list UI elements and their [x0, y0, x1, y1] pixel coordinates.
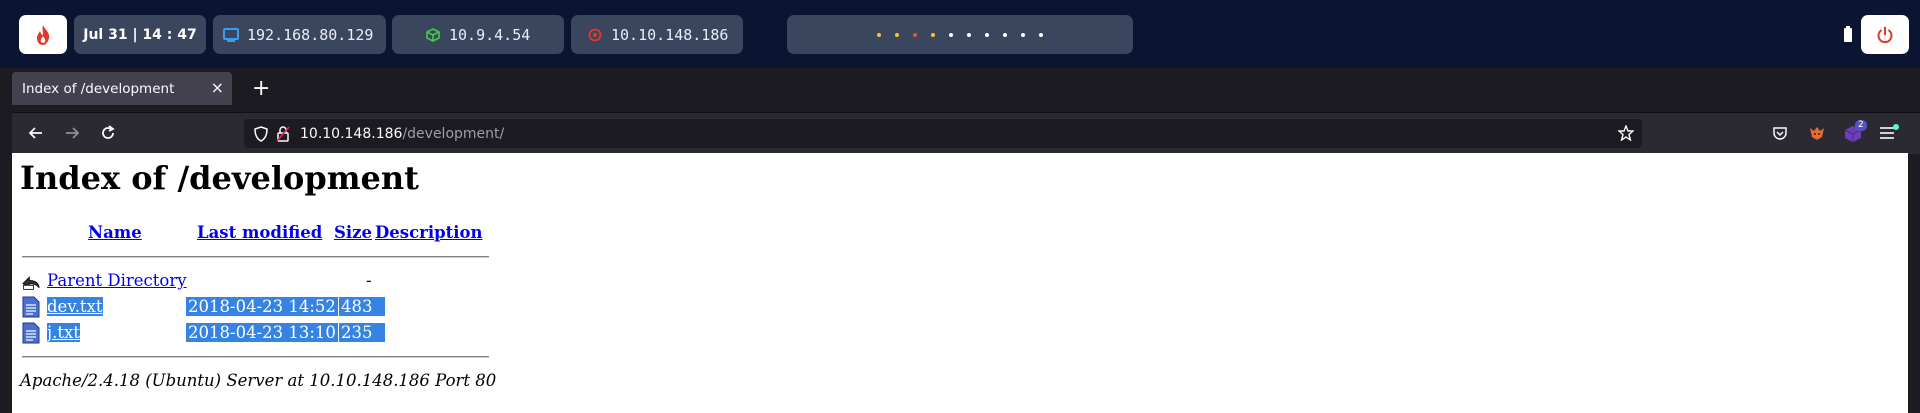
back-arrow-icon[interactable]: [28, 125, 44, 141]
workspace-dot-5[interactable]: [949, 32, 953, 37]
url-host: 10.10.148.186: [300, 125, 403, 142]
close-tab-icon[interactable]: ×: [211, 78, 224, 97]
tab-index-development[interactable]: Index of /development ×: [12, 72, 232, 105]
workspace-dot-1[interactable]: [877, 32, 881, 37]
workspace-dot-6[interactable]: [967, 32, 971, 37]
insecure-lock-icon[interactable]: [276, 125, 290, 142]
navigation-toolbar: 10.10.148.186/development/ 2: [12, 112, 1920, 154]
workspace-dot-8[interactable]: [1003, 32, 1007, 37]
desktop-top-bar: Jul 31 | 14 : 47 192.168.80.129 10.9.4.5…: [0, 0, 1920, 68]
target-ip-text: 10.10.148.186: [611, 25, 729, 44]
workspace-dot-4[interactable]: [931, 32, 935, 37]
power-button[interactable]: [1861, 15, 1909, 54]
workspace-dot-10[interactable]: [1039, 32, 1043, 37]
extension-badge-count: 2: [1855, 120, 1867, 131]
list-item-size: -: [366, 271, 372, 290]
file-link-dev-txt[interactable]: dev.txt: [47, 297, 103, 316]
datetime-widget[interactable]: Jul 31 | 14 : 47: [74, 15, 206, 54]
pocket-icon[interactable]: [1772, 125, 1788, 141]
text-file-icon: [22, 296, 40, 318]
workspace-dot-7[interactable]: [985, 32, 989, 37]
target-ip-widget[interactable]: 10.10.148.186: [571, 15, 743, 54]
cube-icon: [426, 27, 440, 42]
monitor-icon: [223, 27, 239, 42]
url-path: /development/: [402, 125, 505, 142]
bookmark-star-icon[interactable]: [1618, 125, 1634, 141]
vpn-ip-widget[interactable]: 10.9.4.54: [392, 15, 564, 54]
footer-divider: [22, 356, 489, 358]
column-header-name[interactable]: Name: [88, 223, 142, 242]
column-header-size[interactable]: Size: [334, 223, 372, 242]
flame-icon: [37, 24, 50, 45]
address-bar[interactable]: 10.10.148.186/development/: [244, 119, 1642, 148]
column-header-last-modified[interactable]: Last modified: [197, 223, 322, 242]
target-icon: [588, 28, 602, 41]
power-icon: [1877, 26, 1893, 43]
battery-icon: [1844, 26, 1852, 42]
text-file-icon: [22, 322, 40, 344]
local-ip-widget[interactable]: 192.168.80.129: [213, 15, 386, 54]
app-menu-button[interactable]: [19, 15, 67, 54]
parent-directory-link[interactable]: Parent Directory: [47, 271, 187, 290]
hamburger-menu-icon: [1880, 127, 1894, 139]
page-content: Index of /development Name Last modified…: [12, 153, 1908, 413]
update-dot-icon: [1893, 124, 1899, 130]
workspace-switcher[interactable]: [787, 15, 1133, 54]
column-header-description[interactable]: Description: [375, 223, 483, 242]
workspace-dots: [877, 32, 1043, 37]
workspace-dot-9[interactable]: [1021, 32, 1025, 37]
list-item-last-modified: 2018-04-23 14:52: [186, 297, 338, 316]
server-signature: Apache/2.4.18 (Ubuntu) Server at 10.10.1…: [20, 371, 497, 390]
workspace-dot-2[interactable]: [895, 32, 899, 37]
datetime-text: Jul 31 | 14 : 47: [83, 26, 197, 43]
local-ip-text: 192.168.80.129: [247, 25, 374, 44]
tab-title: Index of /development: [22, 80, 175, 97]
reload-icon[interactable]: [100, 125, 116, 141]
header-divider: [22, 256, 489, 258]
extension-badge-button[interactable]: 2: [1844, 120, 1867, 144]
list-item-size: 483: [339, 297, 385, 316]
new-tab-button[interactable]: +: [252, 76, 270, 101]
tab-strip: Index of /development × +: [12, 68, 1920, 112]
list-item-size: 235: [339, 323, 385, 342]
workspace-dot-3[interactable]: [913, 32, 917, 37]
list-item-last-modified: 2018-04-23 13:10: [186, 323, 338, 342]
page-title: Index of /development: [20, 159, 419, 197]
forward-arrow-icon[interactable]: [64, 125, 80, 141]
file-link-j-txt[interactable]: j.txt: [47, 323, 80, 342]
shield-icon[interactable]: [254, 125, 268, 142]
back-icon: [22, 276, 40, 290]
app-menu-button[interactable]: [1880, 124, 1899, 141]
foxyproxy-extension-icon[interactable]: [1808, 124, 1826, 142]
vpn-ip-text: 10.9.4.54: [449, 25, 531, 44]
